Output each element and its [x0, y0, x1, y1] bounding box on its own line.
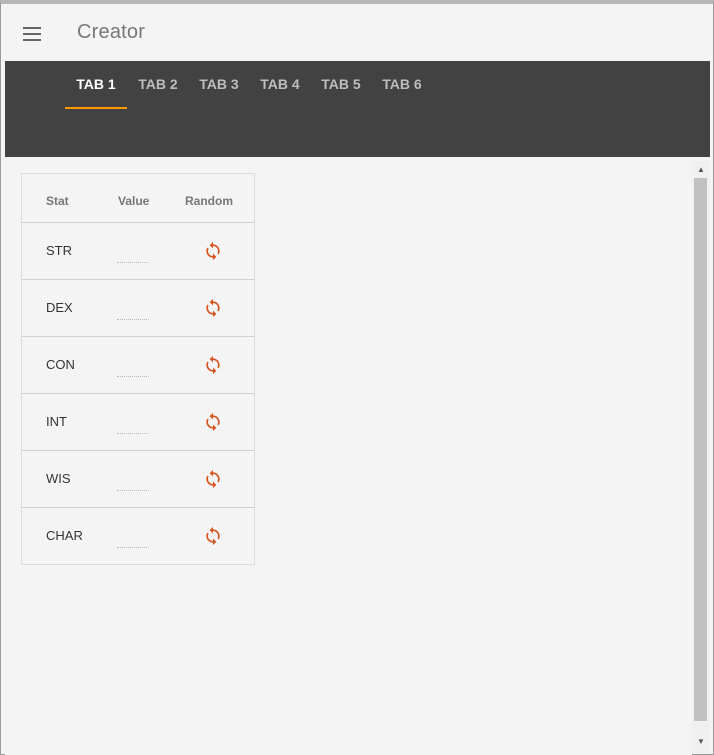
stat-value-input[interactable]	[117, 475, 149, 491]
scroll-thumb[interactable]	[694, 178, 707, 721]
table-header: Stat Value Random	[22, 174, 254, 222]
stat-value-input[interactable]	[117, 247, 149, 263]
stat-value-input[interactable]	[117, 532, 149, 548]
stat-name: INT	[46, 414, 67, 429]
tab-1[interactable]: TAB 1	[65, 61, 127, 109]
vertical-scrollbar[interactable]: ▲ ▼	[692, 161, 710, 754]
randomize-button[interactable]	[203, 412, 223, 432]
tab-2[interactable]: TAB 2	[133, 61, 183, 109]
table-row: DEX	[22, 279, 254, 336]
randomize-button[interactable]	[203, 526, 223, 546]
stat-value-input[interactable]	[117, 418, 149, 434]
table-row: CON	[22, 336, 254, 393]
randomize-button[interactable]	[203, 469, 223, 489]
table-row: WIS	[22, 450, 254, 507]
table-row: CHAR	[22, 507, 254, 564]
table-row: INT	[22, 393, 254, 450]
refresh-icon	[206, 526, 220, 546]
stat-value-input[interactable]	[117, 361, 149, 377]
table-row: STR	[22, 222, 254, 279]
stat-value-input[interactable]	[117, 304, 149, 320]
column-header-value: Value	[118, 194, 150, 208]
column-header-random: Random	[185, 194, 233, 208]
randomize-button[interactable]	[203, 241, 223, 261]
tab-4[interactable]: TAB 4	[255, 61, 305, 109]
tab-3[interactable]: TAB 3	[194, 61, 244, 109]
refresh-icon	[206, 241, 220, 261]
tab-5[interactable]: TAB 5	[316, 61, 366, 109]
app-bar: Creator	[5, 4, 710, 61]
stat-name: DEX	[46, 300, 73, 315]
refresh-icon	[206, 355, 220, 375]
tab-bar: TAB 1 TAB 2 TAB 3 TAB 4 TAB 5 TAB 6	[5, 61, 710, 157]
stat-name: CHAR	[46, 528, 83, 543]
stat-name: WIS	[46, 471, 71, 486]
refresh-icon	[206, 298, 220, 318]
scroll-up-arrow-icon[interactable]: ▲	[696, 165, 706, 175]
stat-name: CON	[46, 357, 75, 372]
scroll-down-arrow-icon[interactable]: ▼	[696, 737, 706, 747]
stats-table: Stat Value Random STR DEX CON INT WIS CH…	[21, 173, 255, 565]
refresh-icon	[206, 469, 220, 489]
stat-name: STR	[46, 243, 72, 258]
tab-6[interactable]: TAB 6	[377, 61, 427, 109]
column-header-stat: Stat	[46, 194, 69, 208]
randomize-button[interactable]	[203, 298, 223, 318]
refresh-icon	[206, 412, 220, 432]
app-title: Creator	[77, 21, 146, 43]
randomize-button[interactable]	[203, 355, 223, 375]
main-content: Stat Value Random STR DEX CON INT WIS CH…	[5, 157, 692, 755]
menu-icon[interactable]	[23, 26, 43, 42]
app-window: Creator TAB 1 TAB 2 TAB 3 TAB 4 TAB 5 TA…	[0, 0, 714, 755]
